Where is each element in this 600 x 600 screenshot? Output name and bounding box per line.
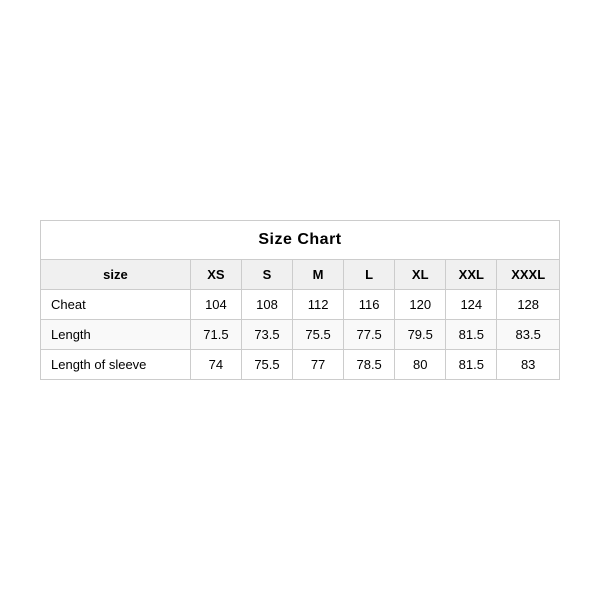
size-chart-container: Size Chart sizeXSSMLXLXXLXXXL Cheat10410…	[40, 220, 560, 380]
row-0-col-0: 104	[190, 290, 241, 320]
header-col-XL: XL	[395, 260, 446, 290]
row-2-col-0: 74	[190, 350, 241, 380]
row-2-col-2: 77	[293, 350, 344, 380]
row-2-col-6: 83	[497, 350, 560, 380]
row-1-col-1: 73.5	[241, 320, 292, 350]
row-0-col-6: 128	[497, 290, 560, 320]
header-col-XXL: XXL	[446, 260, 497, 290]
row-0-col-3: 116	[344, 290, 395, 320]
row-1-col-3: 77.5	[344, 320, 395, 350]
row-2-col-3: 78.5	[344, 350, 395, 380]
row-2-col-1: 75.5	[241, 350, 292, 380]
row-0-col-1: 108	[241, 290, 292, 320]
header-col-XS: XS	[190, 260, 241, 290]
row-1-label: Length	[41, 320, 191, 350]
row-1-col-6: 83.5	[497, 320, 560, 350]
header-row: sizeXSSMLXLXXLXXXL	[41, 260, 560, 290]
row-1-col-0: 71.5	[190, 320, 241, 350]
row-2-label: Length of sleeve	[41, 350, 191, 380]
header-col-M: M	[293, 260, 344, 290]
header-col-L: L	[344, 260, 395, 290]
title-row: Size Chart	[41, 221, 560, 260]
chart-title: Size Chart	[41, 221, 560, 260]
row-1-col-2: 75.5	[293, 320, 344, 350]
row-0-col-4: 120	[395, 290, 446, 320]
row-0-col-2: 112	[293, 290, 344, 320]
cheat-row: Cheat104108112116120124128	[41, 290, 560, 320]
row-0-col-5: 124	[446, 290, 497, 320]
row-1-col-5: 81.5	[446, 320, 497, 350]
header-col-S: S	[241, 260, 292, 290]
header-size-label: size	[41, 260, 191, 290]
row-1-col-4: 79.5	[395, 320, 446, 350]
sleeve-row: Length of sleeve7475.57778.58081.583	[41, 350, 560, 380]
row-2-col-5: 81.5	[446, 350, 497, 380]
header-col-XXXL: XXXL	[497, 260, 560, 290]
size-chart-table: Size Chart sizeXSSMLXLXXLXXXL Cheat10410…	[40, 220, 560, 380]
row-0-label: Cheat	[41, 290, 191, 320]
row-2-col-4: 80	[395, 350, 446, 380]
length-row: Length71.573.575.577.579.581.583.5	[41, 320, 560, 350]
